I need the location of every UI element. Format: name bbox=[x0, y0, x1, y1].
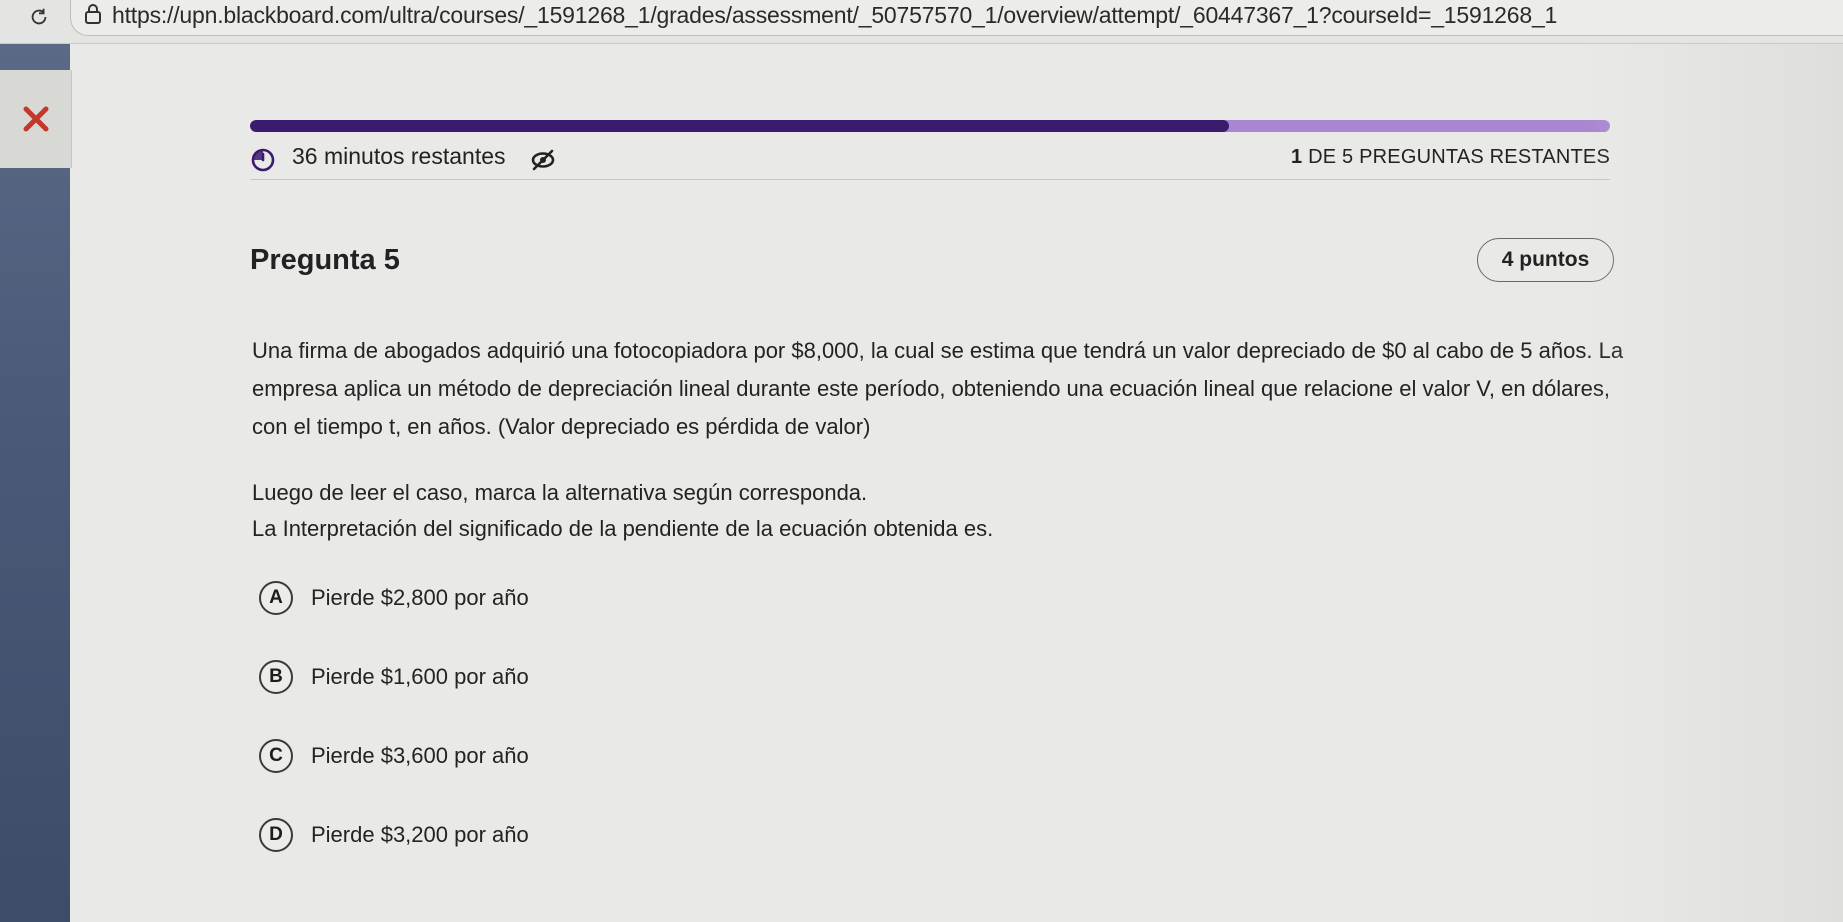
option-letter[interactable]: A bbox=[259, 581, 293, 615]
option-text[interactable]: Pierde $1,600 por año bbox=[311, 664, 529, 690]
option-text[interactable]: Pierde $2,800 por año bbox=[311, 585, 529, 611]
option-text[interactable]: Pierde $3,200 por año bbox=[311, 822, 529, 848]
points-badge: 4 puntos bbox=[1477, 238, 1614, 282]
progress-bar-fill bbox=[250, 120, 1230, 132]
url-text[interactable]: https://upn.blackboard.com/ultra/courses… bbox=[112, 2, 1557, 29]
instruction-line-1: Luego de leer el caso, marca la alternat… bbox=[252, 480, 868, 505]
option-b[interactable]: B Pierde $1,600 por año bbox=[259, 659, 529, 695]
option-d[interactable]: D Pierde $3,200 por año bbox=[259, 817, 529, 853]
browser-address-bar: https://upn.blackboard.com/ultra/courses… bbox=[0, 0, 1843, 44]
eye-off-icon[interactable] bbox=[530, 148, 556, 172]
progress-bar bbox=[250, 120, 1610, 132]
option-letter[interactable]: D bbox=[259, 818, 293, 852]
question-text: Una firma de abogados adquirió una fotoc… bbox=[252, 338, 1624, 439]
reload-icon[interactable] bbox=[28, 6, 50, 28]
instruction-line-2: La Interpretación del significado de la … bbox=[252, 516, 994, 541]
lock-icon bbox=[85, 4, 101, 24]
assessment-content: 36 minutos restantes 1 DE 5 PREGUNTAS RE… bbox=[72, 44, 1843, 922]
background-window-strip bbox=[0, 44, 70, 922]
questions-remaining: 1 DE 5 PREGUNTAS RESTANTES bbox=[1291, 146, 1610, 169]
option-letter[interactable]: B bbox=[259, 660, 293, 694]
close-assessment-button[interactable] bbox=[0, 70, 72, 168]
timer-icon bbox=[251, 148, 275, 172]
remaining-label: DE 5 PREGUNTAS RESTANTES bbox=[1302, 146, 1610, 168]
option-a[interactable]: A Pierde $2,800 por año bbox=[259, 580, 529, 616]
option-text[interactable]: Pierde $3,600 por año bbox=[311, 743, 529, 769]
question-instructions: Luego de leer el caso, marca la alternat… bbox=[252, 475, 1632, 547]
timer-text: 36 minutos restantes bbox=[292, 143, 506, 169]
remaining-count: 1 bbox=[1291, 146, 1303, 168]
option-c[interactable]: C Pierde $3,600 por año bbox=[259, 738, 529, 774]
timer-row: 36 minutos restantes 1 DE 5 PREGUNTAS RE… bbox=[250, 140, 1610, 180]
option-letter[interactable]: C bbox=[259, 739, 293, 773]
close-icon bbox=[23, 106, 48, 132]
question-title: Pregunta 5 bbox=[250, 244, 400, 276]
